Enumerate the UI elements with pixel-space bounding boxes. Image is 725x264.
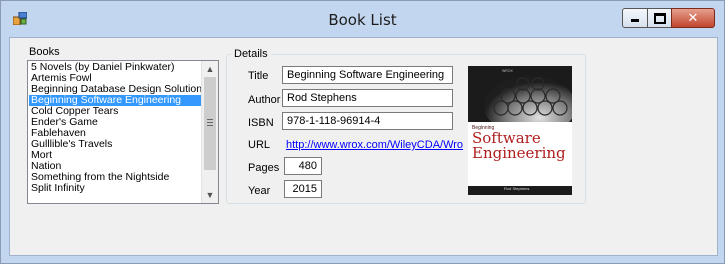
- maximize-icon: [653, 12, 666, 24]
- details-label: Details: [231, 48, 271, 60]
- url-link[interactable]: http://www.wrox.com/WileyCDA/Wro: [286, 139, 463, 151]
- scroll-thumb[interactable]: [204, 77, 216, 170]
- cover-brand: WROX: [502, 69, 513, 73]
- close-button[interactable]: ✕: [671, 8, 715, 28]
- book-cover-image: WROX Beginning Software Engineering Rod …: [468, 66, 572, 195]
- year-label: Year: [248, 185, 271, 197]
- author-field[interactable]: Rod Stephens: [282, 89, 453, 107]
- books-listbox[interactable]: 5 Novels (by Daniel Pinkwater) Artemis F…: [27, 60, 219, 204]
- close-icon: ✕: [687, 10, 699, 26]
- title-label: Title: [248, 70, 269, 82]
- book-list-window: Book List ✕ Books 5 Novels (by Daniel Pi…: [0, 0, 725, 264]
- author-label: Author: [248, 94, 281, 106]
- url-label: URL: [248, 139, 271, 151]
- books-label: Books: [29, 46, 60, 58]
- book-list-item[interactable]: Split Infinity: [29, 183, 207, 194]
- minimize-icon: [631, 19, 639, 22]
- scroll-grip-icon: [207, 119, 213, 128]
- title-bar[interactable]: Book List ✕: [1, 1, 724, 37]
- cover-graphic: [468, 66, 572, 122]
- pages-label: Pages: [248, 162, 280, 174]
- window-title: Book List: [328, 11, 397, 29]
- minimize-button[interactable]: [622, 8, 648, 28]
- maximize-button[interactable]: [647, 8, 672, 28]
- book-list-item[interactable]: Gulllible's Travels: [29, 139, 207, 150]
- title-field[interactable]: Beginning Software Engineering: [282, 66, 453, 84]
- isbn-label: ISBN: [248, 117, 274, 129]
- year-field[interactable]: 2015: [284, 180, 322, 198]
- scroll-up-arrow-icon[interactable]: ▲: [202, 61, 218, 77]
- isbn-field[interactable]: 978-1-118-96914-4: [282, 112, 453, 130]
- pages-field[interactable]: 480: [284, 157, 322, 175]
- client-area: Books 5 Novels (by Daniel Pinkwater) Art…: [9, 37, 718, 256]
- cover-author: Rod Stephens: [504, 186, 530, 191]
- scroll-down-arrow-icon[interactable]: ▼: [202, 187, 218, 203]
- books-scrollbar[interactable]: ▲ ▼: [201, 61, 218, 203]
- cover-title-word2: Engineering: [472, 144, 566, 162]
